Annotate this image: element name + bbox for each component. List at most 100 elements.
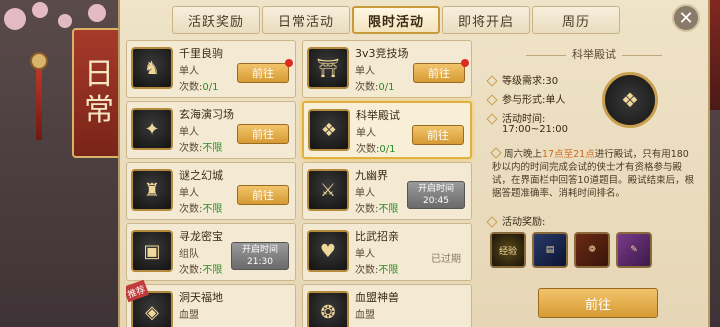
- activity-name: 寻龙密宝: [179, 230, 223, 243]
- activity-mode: 血盟: [355, 310, 375, 321]
- scroll-red-icon[interactable]: ❁: [574, 232, 610, 268]
- activity-card[interactable]: ⚔ 九幽界单人次数:不限 开启时间 20:45: [302, 162, 472, 220]
- detail-level-row: 等级需求:30: [486, 72, 559, 87]
- detail-time-row: 活动时间:: [486, 110, 545, 125]
- heart-icon: ♥: [307, 230, 349, 272]
- count-value: 不限: [378, 265, 399, 276]
- activity-card[interactable]: ♥ 比武招亲 单人 次数:不限 已过期: [302, 223, 472, 281]
- mode-value: 单人: [545, 95, 566, 106]
- sword-icon: ⚔: [307, 169, 349, 211]
- reward-label: 活动奖励:: [502, 217, 546, 228]
- go-button[interactable]: 前往: [237, 63, 289, 83]
- activity-name: 比武招亲: [355, 230, 399, 243]
- tab-limited-activities[interactable]: 限时活动: [352, 6, 440, 34]
- level-value: 30: [545, 76, 559, 87]
- activity-mode: 血盟: [179, 310, 199, 321]
- exp-icon[interactable]: 经验: [490, 232, 526, 268]
- activity-name: 九幽界: [355, 169, 388, 182]
- count-value: 不限: [202, 204, 223, 215]
- activity-mode: 组队: [179, 249, 199, 260]
- activity-card[interactable]: ❂ 血盟神兽血盟: [302, 284, 472, 327]
- detail-reward-row: 活动奖励:: [486, 213, 546, 228]
- open-time-button[interactable]: 开启时间 21:30: [231, 242, 289, 270]
- blossom-decoration: [58, 14, 72, 28]
- count-label: 次数:: [179, 143, 203, 154]
- tab-daily-activities[interactable]: 日常活动: [262, 6, 350, 34]
- diamond-icon: [486, 216, 498, 228]
- activity-mode: 单人: [355, 188, 375, 199]
- detail-mode-row: 参与形式:单人: [486, 91, 566, 106]
- activity-count: 次数:不限: [179, 261, 222, 276]
- horse-icon: ♞: [131, 47, 173, 89]
- scroll-icon: ❖: [602, 72, 658, 128]
- activity-card[interactable]: ♞ 千里良驹 单人 次数:0/1 前往: [126, 40, 296, 98]
- count-value: 不限: [202, 143, 223, 154]
- count-label: 次数:: [179, 204, 203, 215]
- time-value: 17:00~21:00: [502, 124, 569, 135]
- activity-mode: 单人: [356, 128, 376, 139]
- banner-char: 日: [84, 57, 114, 92]
- activity-card[interactable]: ⛩ 3v3竞技场 单人 次数:0/1 前往: [302, 40, 472, 98]
- activity-count: 次数:0/1: [179, 78, 218, 93]
- activity-card[interactable]: ♜ 谜之幻城 单人 次数:不限 前往: [126, 162, 296, 220]
- go-button[interactable]: 前往: [237, 124, 289, 144]
- activity-count: 次数:不限: [355, 261, 398, 276]
- scroll-purple-icon[interactable]: ✎: [616, 232, 652, 268]
- activity-name: 血盟神兽: [355, 291, 399, 304]
- open-time-value: 20:45: [423, 196, 449, 206]
- count-label: 次数:: [355, 204, 379, 215]
- activity-card[interactable]: ❖ 科举殿试 单人 次数:0/1 前往: [302, 101, 472, 159]
- activity-detail: 科举殿试 等级需求:30 参与形式:单人 活动时间: 17:00~21:00 ❖…: [482, 40, 706, 327]
- banner-char: 常: [84, 93, 114, 128]
- go-button[interactable]: 前往: [237, 185, 289, 205]
- book-icon[interactable]: ▤: [532, 232, 568, 268]
- close-button[interactable]: ✕: [672, 4, 700, 32]
- activity-mode: 单人: [179, 127, 199, 138]
- level-label: 等级需求:: [502, 76, 546, 87]
- activity-count: 次数:0/1: [356, 140, 395, 155]
- emblem-icon: ✦: [131, 108, 173, 150]
- activity-name: 3v3竞技场: [355, 47, 409, 60]
- count-label: 次数:: [355, 265, 379, 276]
- tab-weekly-calendar[interactable]: 周历: [532, 6, 620, 34]
- activity-list: ♞ 千里良驹 单人 次数:0/1 前往 ⛩ 3v3竞技场 单人 次数:0/1 前往 ✦ 玄海演习场 单人…: [126, 40, 476, 327]
- activity-card[interactable]: ▣ 寻龙密宝 组队 次数:不限 开启时间 21:30: [126, 223, 296, 281]
- activity-mode: 单人: [179, 188, 199, 199]
- desc-prefix: 周六晚上: [504, 149, 543, 160]
- mode-label: 参与形式:: [502, 95, 546, 106]
- go-button[interactable]: 前往: [413, 63, 465, 83]
- open-time-value: 21:30: [247, 257, 273, 267]
- tab-active-rewards[interactable]: 活跃奖励: [172, 6, 260, 34]
- castle-icon: ♜: [131, 169, 173, 211]
- tab-upcoming[interactable]: 即将开启: [442, 6, 530, 34]
- count-value: 不限: [378, 204, 399, 215]
- activity-card[interactable]: ✦ 玄海演习场 单人 次数:不限 前往: [126, 101, 296, 159]
- beast-icon: ❂: [307, 291, 349, 327]
- banner-knot: [30, 52, 48, 70]
- notification-dot: [461, 59, 469, 67]
- expired-label: 已过期: [431, 254, 461, 265]
- open-time-button[interactable]: 开启时间 20:45: [407, 181, 465, 209]
- banner-tassel: [36, 60, 42, 140]
- activity-card[interactable]: ◈ 洞天福地 血盟 推荐: [126, 279, 296, 327]
- activity-panel: 活跃奖励 日常活动 限时活动 即将开启 周历 ✕ ♞ 千里良驹 单人 次数:0/1 前往…: [118, 0, 710, 327]
- arena-icon: ⛩: [307, 47, 349, 89]
- count-value: 不限: [202, 265, 223, 276]
- activity-count: 次数:不限: [179, 139, 222, 154]
- go-button[interactable]: 前往: [412, 125, 464, 145]
- open-time-label: 开启时间: [241, 245, 278, 255]
- activity-count: 次数:0/1: [355, 78, 394, 93]
- diamond-icon: [486, 113, 498, 125]
- detail-go-button[interactable]: 前往: [538, 288, 658, 318]
- activity-name: 玄海演习场: [179, 108, 234, 121]
- activity-mode: 单人: [179, 66, 199, 77]
- count-label: 次数:: [356, 144, 380, 155]
- count-value: 0/1: [378, 82, 395, 93]
- detail-description: 周六晚上17点至21点进行殿试，只有用180秒以内的时间完成会试的侠士才有资格参…: [490, 147, 696, 200]
- diamond-icon: [486, 94, 498, 106]
- scroll-icon: ❖: [308, 109, 350, 151]
- count-value: 0/1: [379, 144, 396, 155]
- open-time-label: 开启时间: [417, 184, 454, 194]
- count-label: 次数:: [179, 82, 203, 93]
- activity-count: 次数:不限: [179, 200, 222, 215]
